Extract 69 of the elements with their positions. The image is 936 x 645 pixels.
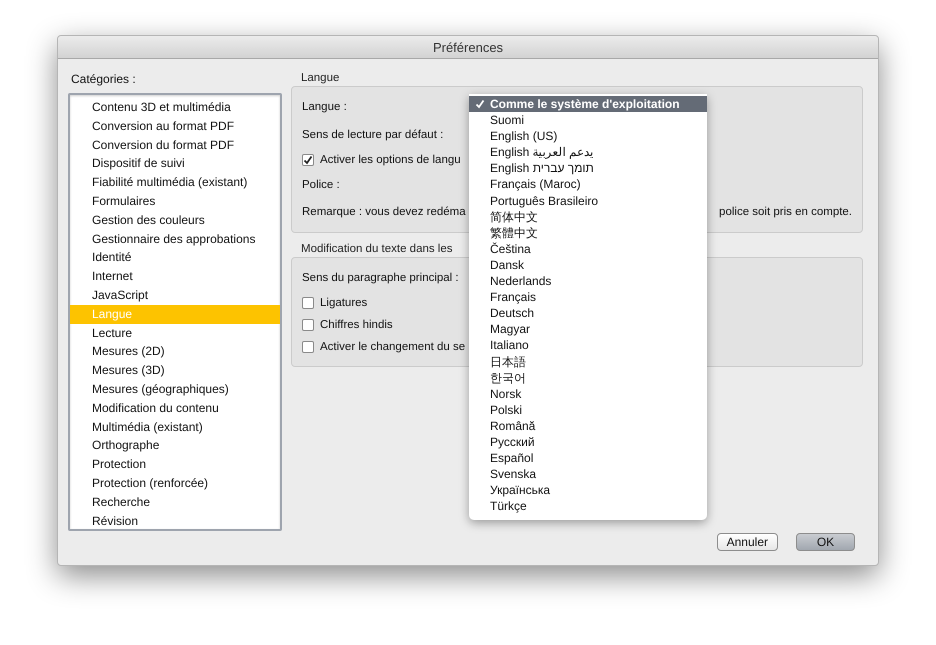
category-item[interactable]: Contenu 3D et multimédia bbox=[70, 98, 280, 117]
menu-item[interactable]: Magyar bbox=[469, 321, 707, 338]
category-item[interactable]: Gestion des couleurs bbox=[70, 210, 280, 230]
window-title: Préférences bbox=[432, 40, 504, 54]
category-item[interactable]: Protection bbox=[70, 455, 280, 474]
menu-item[interactable]: Svenska bbox=[469, 466, 707, 482]
category-item[interactable]: Internet bbox=[70, 267, 280, 286]
dialog-button[interactable]: Annuler bbox=[716, 533, 778, 551]
menu-item[interactable]: Dansk bbox=[469, 256, 707, 274]
checkbox[interactable] bbox=[302, 297, 314, 309]
menu-item[interactable]: Suomi bbox=[469, 112, 707, 128]
menu-item[interactable]: Українська bbox=[469, 482, 707, 498]
menu-item[interactable]: 繁體中文 bbox=[469, 224, 707, 241]
category-item[interactable]: JavaScript bbox=[70, 286, 280, 305]
section-title: Langue bbox=[300, 72, 340, 84]
menu-item[interactable]: Čeština bbox=[469, 240, 707, 257]
menu-item[interactable]: 日本語 bbox=[469, 354, 707, 370]
checkbox-label: Activer le changement du se bbox=[320, 341, 466, 353]
category-item[interactable]: Identité bbox=[70, 248, 280, 268]
checkbox-label: Chiffres hindis bbox=[320, 319, 393, 331]
category-item[interactable]: Mesures (3D) bbox=[70, 361, 280, 380]
checkmark-icon bbox=[475, 99, 485, 109]
category-item[interactable]: Protection (renforcée) bbox=[70, 474, 280, 493]
category-item[interactable]: Lecture bbox=[70, 324, 280, 342]
menu-item[interactable]: Français (Maroc) bbox=[469, 176, 707, 193]
menu-item[interactable]: 简体中文 bbox=[469, 208, 707, 225]
categories-label: Catégories : bbox=[70, 72, 137, 86]
category-item[interactable]: Révision bbox=[70, 512, 280, 529]
menu-item[interactable]: Română bbox=[469, 418, 707, 434]
category-item[interactable]: Conversion au format PDF bbox=[70, 116, 280, 136]
checkbox[interactable] bbox=[302, 154, 314, 166]
checkbox-label: Activer les options de langu bbox=[320, 154, 461, 166]
category-item[interactable]: Multimédia (existant) bbox=[70, 418, 280, 436]
menu-item[interactable]: Italiano bbox=[469, 337, 707, 354]
checkbox[interactable] bbox=[302, 319, 314, 331]
field-label: Langue : bbox=[302, 101, 348, 113]
category-item[interactable]: Conversion du format PDF bbox=[70, 136, 280, 154]
category-item[interactable]: Modification du contenu bbox=[70, 398, 280, 418]
menu-item[interactable]: Polski bbox=[469, 402, 707, 418]
category-item[interactable]: Gestionnaire des approbations bbox=[70, 230, 280, 248]
field-label: Police : bbox=[302, 179, 341, 191]
note-text: Remarque : vous devez redéma bbox=[302, 206, 466, 218]
field-label: Sens de lecture par défaut : bbox=[302, 129, 444, 141]
menu-item[interactable]: Deutsch bbox=[469, 305, 707, 322]
category-item[interactable]: Fiabilité multimédia (existant) bbox=[70, 173, 280, 192]
menu-item[interactable]: Nederlands bbox=[469, 273, 707, 290]
menu-item[interactable]: English תומך עברית bbox=[469, 160, 707, 176]
menu-item[interactable]: 한국어 bbox=[469, 370, 707, 386]
category-item[interactable]: Dispositif de suivi bbox=[70, 154, 280, 174]
menu-item[interactable]: Türkçe bbox=[469, 498, 707, 514]
menu-item[interactable]: Français bbox=[469, 289, 707, 306]
field-label: Sens du paragraphe principal : bbox=[302, 272, 460, 284]
menu-item[interactable]: Русский bbox=[469, 434, 707, 450]
menu-item[interactable]: Norsk bbox=[469, 386, 707, 402]
menu-item[interactable]: English (US) bbox=[469, 128, 707, 144]
category-item[interactable]: Formulaires bbox=[70, 192, 280, 211]
note-text: police soit pris en compte. bbox=[719, 206, 852, 218]
checkbox[interactable] bbox=[302, 341, 314, 353]
category-item[interactable]: Mesures (2D) bbox=[70, 342, 280, 362]
menu-item[interactable]: Português Brasileiro bbox=[469, 192, 707, 209]
category-item[interactable]: Mesures (géographiques) bbox=[70, 380, 280, 399]
menu-item[interactable]: English يدعم العربية bbox=[469, 144, 707, 160]
category-item[interactable]: Recherche bbox=[70, 492, 280, 512]
category-item[interactable]: Orthographe bbox=[70, 436, 280, 456]
section-title: Modification du texte dans les bbox=[300, 243, 453, 255]
menu-item[interactable]: Español bbox=[469, 450, 707, 466]
menu-item[interactable]: Comme le système d'exploitation bbox=[469, 96, 707, 112]
checkbox-label: Ligatures bbox=[320, 297, 368, 309]
dialog-button[interactable]: OK bbox=[796, 533, 855, 551]
